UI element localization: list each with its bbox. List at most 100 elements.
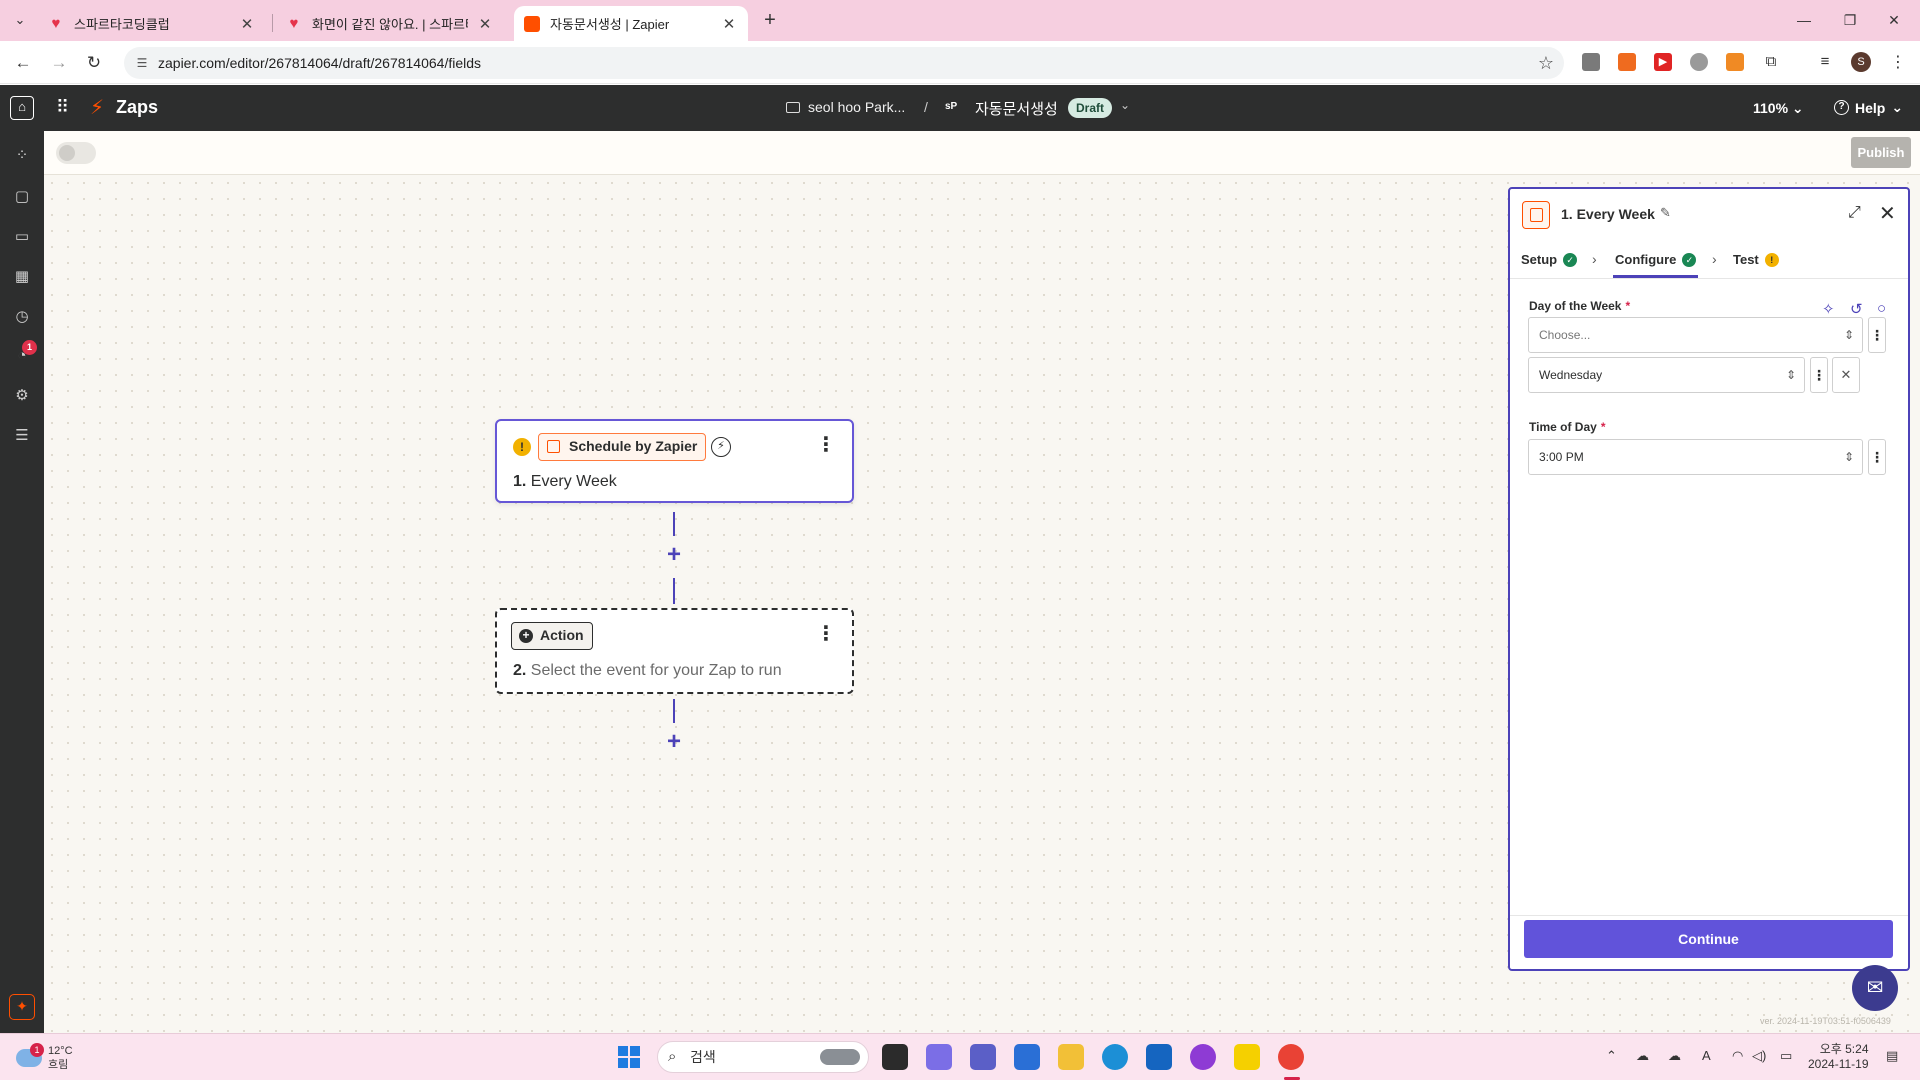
action-step-card[interactable]: + Action ⋮ 2. Select the event for your …	[495, 608, 854, 694]
cloud-icon[interactable]: ☁	[1668, 1048, 1681, 1064]
apps-icon[interactable]: ⁘	[12, 146, 32, 166]
trigger-step-card[interactable]: ! Schedule by Zapier ⚡ ⋮ 1. Every Week	[495, 419, 854, 503]
taskbar-search[interactable]: ⌕ 검색	[657, 1041, 869, 1073]
kakaotalk-icon[interactable]	[1234, 1044, 1260, 1070]
task-view-icon[interactable]	[882, 1044, 908, 1070]
settings-icon[interactable]: ⚙	[12, 386, 32, 406]
edge-icon[interactable]	[1102, 1044, 1128, 1070]
system-clock[interactable]: 오후 5:24 2024-11-19	[1808, 1042, 1869, 1072]
copilot-icon[interactable]	[926, 1044, 952, 1070]
reload-icon[interactable]: ↻	[81, 50, 107, 76]
remove-value-icon[interactable]: ✕	[1832, 357, 1860, 393]
ai-copilot-icon[interactable]: ✦	[9, 994, 35, 1020]
file-explorer-icon[interactable]	[1058, 1044, 1084, 1070]
expand-icon[interactable]: ⤢	[1848, 204, 1861, 222]
help-menu[interactable]: ? Help ⌄	[1834, 99, 1903, 116]
ime-icon[interactable]: A	[1702, 1048, 1711, 1063]
tab-search-icon[interactable]: ⌄	[8, 8, 32, 32]
zoom-dropdown[interactable]: 110% ⌄	[1753, 100, 1804, 117]
history-icon[interactable]: ◷	[12, 307, 32, 327]
notification-center-icon[interactable]: ▤	[1886, 1048, 1898, 1064]
panel-title[interactable]: 1. Every Week	[1561, 206, 1655, 222]
tab-setup[interactable]: Setup ✓	[1521, 252, 1578, 267]
help-chat-icon[interactable]: ✉	[1852, 965, 1898, 1011]
forward-icon[interactable]: →	[46, 50, 72, 76]
weather-widget[interactable]: 1 12°C 흐림	[16, 1043, 73, 1072]
browser-tab-2[interactable]: ♥ 화면이 같진 않아요. | 스파르타 ✕	[276, 6, 504, 41]
teams-icon[interactable]	[970, 1044, 996, 1070]
step-panel: 1. Every Week ✎ ⤢ ✕ Setup ✓ › Configure ✓ …	[1508, 187, 1910, 971]
day-of-week-label: Day of the Week *	[1529, 299, 1631, 313]
globe-extension-icon[interactable]	[1690, 53, 1708, 71]
add-step-icon[interactable]: +	[664, 730, 684, 754]
edit-pencil-icon[interactable]: ✎	[1660, 205, 1671, 221]
puzzle-extensions-icon[interactable]: ⧉	[1762, 53, 1780, 71]
close-icon[interactable]: ✕	[1879, 201, 1896, 226]
store-icon[interactable]	[1014, 1044, 1040, 1070]
connector-line	[673, 512, 675, 536]
action-chip[interactable]: + Action	[511, 622, 593, 650]
window-close-icon[interactable]: ✕	[1872, 8, 1916, 32]
time-of-day-label: Time of Day *	[1529, 420, 1606, 434]
calendar-icon[interactable]: ▦	[12, 267, 32, 287]
extension-icon[interactable]	[1618, 53, 1636, 71]
add-step-icon[interactable]: +	[664, 543, 684, 567]
close-tab-icon[interactable]: ✕	[476, 15, 494, 33]
field-options-icon[interactable]: ⋮	[1868, 317, 1886, 353]
media-control-icon[interactable]: ≡	[1816, 53, 1834, 71]
publish-button[interactable]: Publish	[1851, 137, 1911, 168]
windows-start-icon[interactable]	[618, 1046, 640, 1068]
extension-icon[interactable]	[1582, 53, 1600, 71]
app-icon[interactable]	[1190, 1044, 1216, 1070]
site-info-icon[interactable]: ☰	[134, 55, 150, 71]
address-bar[interactable]: ☰ zapier.com/editor/267814064/draft/2678…	[124, 47, 1564, 79]
day-of-week-value-select[interactable]: Wednesday ⇕	[1528, 357, 1805, 393]
restore-icon[interactable]: ❐	[1828, 8, 1872, 32]
trigger-app-chip[interactable]: Schedule by Zapier	[538, 433, 707, 461]
versions-icon[interactable]: ☰	[12, 426, 32, 446]
minimize-icon[interactable]: —	[1782, 8, 1826, 32]
step-menu-icon[interactable]: ⋮	[816, 435, 836, 455]
close-tab-icon[interactable]: ✕	[720, 15, 738, 33]
value-options-icon[interactable]: ⋮	[1810, 357, 1828, 393]
browser-menu-icon[interactable]: ⋮	[1890, 52, 1906, 72]
volume-icon[interactable]: ◁)	[1752, 1048, 1766, 1064]
app-header: ⌂ ⠿ ⚡ Zaps seol hoo Park... / sP 자동문서생성 …	[0, 85, 1920, 131]
browser-tab-3[interactable]: 자동문서생성 | Zapier ✕	[514, 6, 748, 41]
continue-button[interactable]: Continue	[1524, 920, 1893, 958]
bookmark-star-icon[interactable]: ☆	[1538, 53, 1554, 74]
new-tab-button[interactable]: +	[758, 8, 782, 32]
day-of-week-select[interactable]: Choose... ⇕	[1528, 317, 1863, 353]
chevron-down-icon[interactable]: ⌄	[1120, 98, 1130, 112]
youtube-extension-icon[interactable]: ▶	[1654, 53, 1672, 71]
app-grid-icon[interactable]: ⠿	[56, 97, 69, 118]
search-icon[interactable]: ○	[1877, 300, 1886, 317]
home-icon[interactable]: ⌂	[10, 96, 34, 120]
zaps-title[interactable]: Zaps	[116, 97, 158, 118]
close-tab-icon[interactable]: ✕	[238, 15, 256, 33]
tab-configure[interactable]: Configure ✓	[1615, 252, 1697, 267]
browser-tab-1[interactable]: ♥ 스파르타코딩클럽 ✕	[38, 6, 266, 41]
file-icon[interactable]: ▢	[12, 187, 32, 207]
tray-overflow-icon[interactable]: ⌃	[1606, 1048, 1617, 1064]
zap-on-toggle[interactable]	[56, 142, 96, 164]
undo-icon[interactable]: ↺	[1850, 300, 1863, 318]
zap-name[interactable]: 자동문서생성	[975, 98, 1058, 119]
onedrive-sync-icon[interactable]: ☁	[1636, 1048, 1649, 1064]
step-menu-icon[interactable]: ⋮	[816, 624, 836, 644]
comment-icon[interactable]: ▭	[12, 227, 32, 247]
cloud-icon: 1	[16, 1043, 44, 1067]
tab-test[interactable]: Test!	[1733, 252, 1779, 267]
field-options-icon[interactable]: ⋮	[1868, 439, 1886, 475]
mail-icon[interactable]	[1146, 1044, 1172, 1070]
battery-icon[interactable]: ▭	[1780, 1048, 1792, 1064]
folder-breadcrumb[interactable]: seol hoo Park...	[786, 99, 905, 115]
ai-sparkle-icon[interactable]: ✧	[1822, 300, 1835, 318]
time-of-day-select[interactable]: 3:00 PM ⇕	[1528, 439, 1863, 475]
wifi-icon[interactable]: ◠	[1732, 1048, 1743, 1064]
metamask-extension-icon[interactable]	[1726, 53, 1744, 71]
chrome-icon[interactable]	[1278, 1044, 1304, 1070]
profile-avatar[interactable]: S	[1851, 52, 1871, 72]
back-icon[interactable]: ←	[10, 50, 36, 76]
updown-chevron-icon: ⇕	[1785, 368, 1796, 382]
